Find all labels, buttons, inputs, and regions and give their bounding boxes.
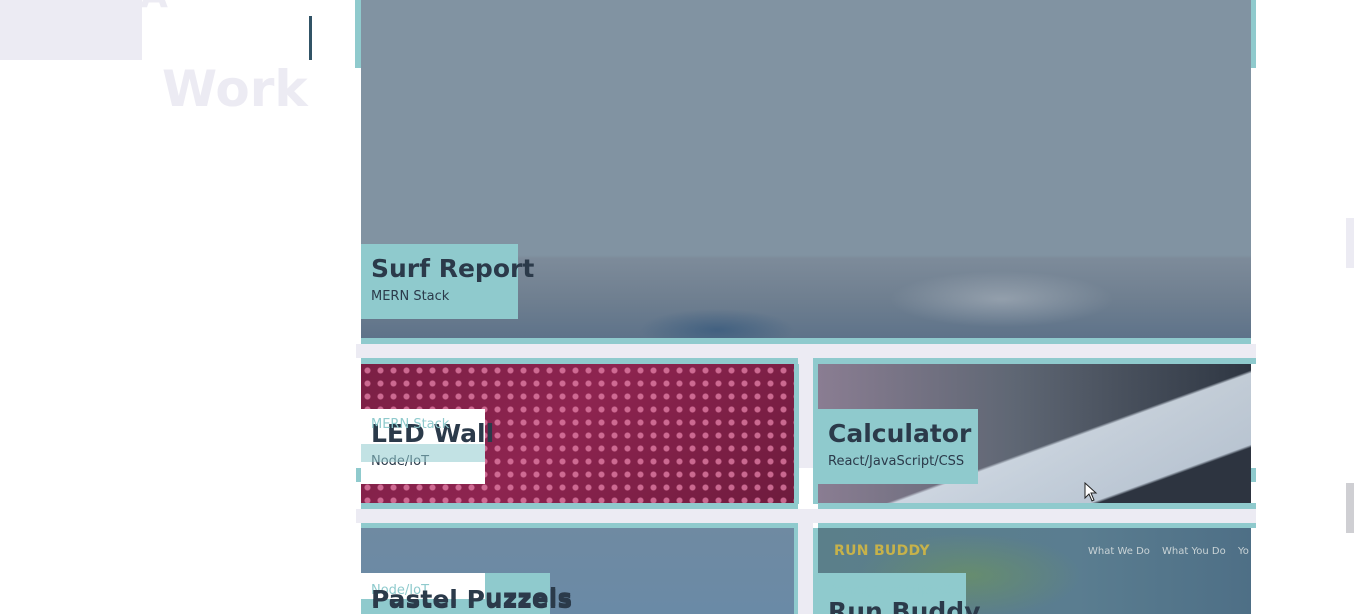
project-title: Calculator bbox=[828, 419, 972, 448]
heading-fragment: A bbox=[140, 0, 168, 14]
card-frame-side bbox=[1251, 468, 1256, 482]
run-buddy-preview-nav: What We Do bbox=[1088, 546, 1150, 557]
project-tech: MERN Stack bbox=[371, 289, 450, 304]
card-gap bbox=[356, 344, 1256, 358]
project-title: Run Buddy bbox=[828, 597, 981, 614]
card-gap bbox=[356, 509, 1256, 523]
project-label: Calculator React/JavaScript/CSS bbox=[818, 409, 978, 484]
project-tech: React/JavaScript/CSS bbox=[828, 454, 965, 469]
card-gap bbox=[798, 358, 813, 468]
section-title: Work bbox=[162, 60, 308, 118]
run-buddy-preview-nav: Yo bbox=[1238, 546, 1249, 557]
project-title-overlay: Pastel Puzzels bbox=[371, 585, 573, 614]
mouse-cursor-icon bbox=[1084, 482, 1098, 502]
project-card-calculator[interactable]: Calculator React/JavaScript/CSS bbox=[818, 364, 1251, 504]
scrollbar-thumb[interactable] bbox=[1346, 483, 1354, 533]
run-buddy-preview-nav: What You Do bbox=[1162, 546, 1226, 557]
card-gap bbox=[798, 523, 813, 614]
portfolio-page: A Work Surf Report MERN Stack LED Wall N… bbox=[0, 0, 1354, 614]
project-title: LED Wall bbox=[371, 419, 495, 448]
nav-block bbox=[0, 0, 142, 60]
edge-marker bbox=[1346, 218, 1354, 268]
project-label: Surf Report MERN Stack bbox=[361, 244, 535, 319]
project-title: Surf Report bbox=[371, 254, 535, 283]
project-card-surf-report[interactable]: Surf Report MERN Stack bbox=[361, 0, 1251, 340]
card-frame-side bbox=[794, 528, 798, 614]
project-label: Run Buddy bbox=[818, 573, 981, 614]
label-overlay-band bbox=[361, 444, 485, 462]
project-card-led-wall[interactable]: LED Wall Node/IoT MERN Stack bbox=[361, 364, 794, 504]
run-buddy-preview-brand: RUN BUDDY bbox=[834, 543, 930, 559]
project-card-pastel-puzzels[interactable]: Pastel Puzzels Node/IoT Pastel Puzzels bbox=[361, 528, 794, 614]
project-card-run-buddy[interactable]: RUN BUDDY What We Do What You Do Yo Run … bbox=[818, 528, 1251, 614]
card-frame-side bbox=[794, 364, 799, 504]
card-frame-right bbox=[1251, 0, 1256, 68]
heading-accent-bar bbox=[309, 16, 312, 60]
